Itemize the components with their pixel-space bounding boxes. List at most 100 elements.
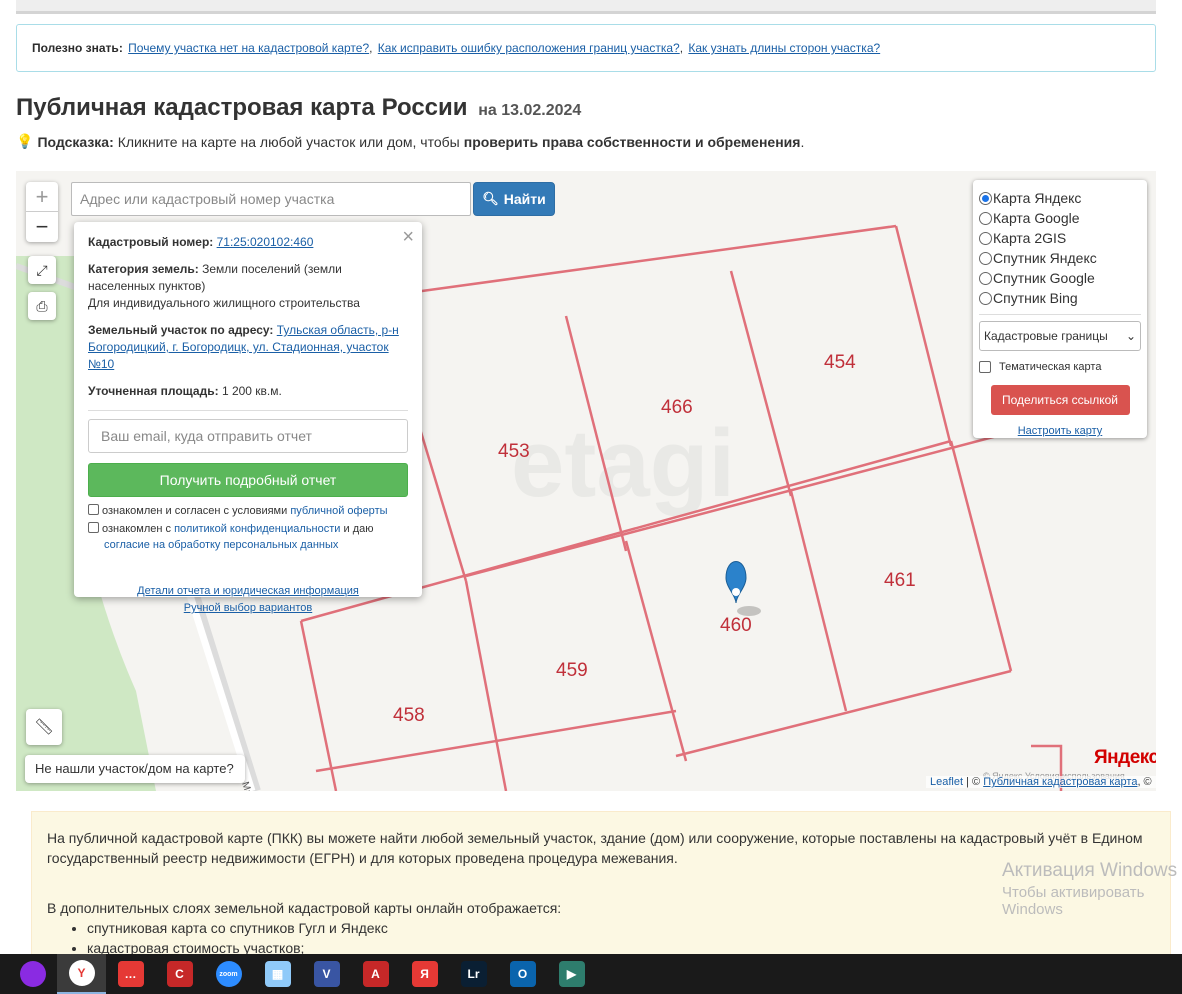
useful-info-box: Полезно знать: Почему участка нет на кад… [16, 24, 1156, 72]
taskbar-yandex-browser[interactable]: Y [57, 954, 106, 994]
email-field[interactable]: Ваш email, куда отправить отчет [88, 419, 408, 453]
print-icon[interactable]: ⎙ [28, 292, 56, 320]
layer-option[interactable]: Карта Яндекс [979, 188, 1141, 208]
get-report-button[interactable]: Получить подробный отчет [88, 463, 408, 497]
popup-links: Детали отчета и юридическая информация Р… [88, 583, 408, 617]
ruler-icon[interactable]: 📏︎ [26, 709, 62, 745]
watermark-text: etagi [511, 410, 735, 517]
taskbar-calculator[interactable]: ▦ [253, 954, 302, 994]
yandex-logo: Яндекс [1094, 747, 1156, 768]
windows-activation-watermark: Активация Windows Чтобы активировать Win… [1002, 860, 1182, 918]
divider [88, 410, 408, 411]
zoom-control: + − [26, 182, 58, 242]
report-details-link[interactable]: Детали отчета и юридическая информация [137, 585, 359, 597]
taskbar-chat-app[interactable]: … [106, 954, 155, 994]
taskbar-zoom[interactable]: zoom [204, 954, 253, 994]
attribution-separator: | © [966, 776, 981, 788]
fullscreen-icon[interactable]: ⤢ [28, 256, 56, 284]
layer-option[interactable]: Карта Google [979, 208, 1141, 228]
top-strip [16, 0, 1156, 14]
taskbar-lightroom[interactable]: Lr [449, 954, 498, 994]
address-search-input[interactable]: Адрес или кадастровый номер участка [71, 182, 471, 216]
acrobat-icon: A [362, 961, 389, 987]
search-button[interactable]: 🔍︎ Найти [473, 182, 555, 216]
layer-option[interactable]: Спутник Яндекс [979, 248, 1141, 268]
offer-agreement-checkbox-row: ознакомлен и согласен с условиями публич… [88, 503, 408, 519]
cadastral-number-link[interactable]: 71:25:020102:460 [217, 235, 314, 249]
taskbar-app-purple-circle[interactable] [8, 954, 57, 994]
thematic-map-checkbox[interactable] [979, 361, 991, 373]
activation-title: Активация Windows [1002, 860, 1178, 881]
taskbar-media-app[interactable]: ▶ [547, 954, 596, 994]
close-icon[interactable]: × [402, 226, 414, 249]
zoom-in-button[interactable]: + [26, 182, 58, 212]
parcel-label-459: 459 [556, 660, 588, 681]
parcel-label-460: 460 [720, 615, 752, 636]
privacy-checkbox[interactable] [88, 522, 99, 533]
hint-bold: проверить права собственности и обремене… [463, 133, 801, 150]
offer-link[interactable]: публичной оферты [290, 505, 387, 517]
parcel-label-453: 453 [498, 441, 530, 462]
layer-radio[interactable] [979, 211, 992, 225]
zoom-icon: zoom [215, 961, 242, 987]
overlay-select[interactable]: Кадастровые границы ⌄ [979, 321, 1141, 351]
map-marker-icon[interactable] [725, 561, 761, 617]
personal-data-consent-link[interactable]: согласие на обработку персональных данны… [104, 539, 338, 551]
media-app-icon: ▶ [558, 961, 585, 987]
taskbar-yandex-app[interactable]: Я [400, 954, 449, 994]
layer-radio[interactable] [979, 291, 992, 305]
layer-option-label: Карта Google [993, 210, 1080, 226]
taskbar-visio[interactable]: V [302, 954, 351, 994]
search-button-label: Найти [503, 191, 546, 207]
address-row: Земельный участок по адресу: Тульская об… [88, 322, 408, 373]
privacy-policy-link[interactable]: политикой конфиденциальности [174, 523, 340, 535]
lightroom-icon: Lr [460, 961, 487, 987]
taskbar-acrobat[interactable]: A [351, 954, 400, 994]
offer-checkbox[interactable] [88, 504, 99, 515]
layer-option[interactable]: Спутник Bing [979, 288, 1141, 308]
page-title: Публичная кадастровая карта России на 13… [16, 94, 581, 122]
hint-text: Кликните на карте на любой участок или д… [117, 133, 460, 150]
taskbar: Y … Czoom ▦ V A Я Lr O ▶ [0, 954, 1182, 994]
info-layers-title: В дополнительных слоях земельной кадастр… [47, 900, 562, 916]
zoom-out-button[interactable]: − [26, 212, 58, 242]
page-date: на 13.02.2024 [478, 102, 582, 119]
useful-link-side-lengths[interactable]: Как узнать длины сторон участка? [688, 41, 880, 55]
configure-map-link[interactable]: Настроить карту [1018, 425, 1103, 437]
activation-subtitle: Чтобы активировать Windows [1002, 884, 1145, 918]
layer-option-label: Спутник Яндекс [993, 250, 1097, 266]
cadastral-number-label: Кадастровый номер: [88, 235, 214, 249]
layer-radio[interactable] [979, 251, 992, 265]
useful-link-fix-boundary[interactable]: Как исправить ошибку расположения границ… [378, 41, 680, 55]
taskbar-outlook[interactable]: O [498, 954, 547, 994]
parcel-info-popup: × Кадастровый номер: 71:25:020102:460 Ка… [74, 222, 422, 614]
search-icon: 🔍︎ [482, 191, 499, 206]
layer-radio[interactable] [979, 231, 992, 245]
cadastral-map[interactable]: etagi 453 466 454 461 460 459 458 + − ⤢ … [16, 171, 1156, 791]
app-purple-circle-icon [19, 961, 46, 987]
layer-option-label: Спутник Bing [993, 290, 1078, 306]
parcel-label-461: 461 [884, 570, 916, 591]
manual-selection-link[interactable]: Ручной выбор вариантов [184, 602, 312, 614]
layers-panel: Карта Яндекс Карта Google Карта 2GIS Спутни… [973, 180, 1147, 438]
cadastral-map-link[interactable]: Публичная кадастровая карта [983, 776, 1137, 788]
red-c-app-icon: C [166, 961, 193, 987]
outlook-icon: O [509, 961, 536, 987]
area-row: Уточненная площадь: 1 200 кв.м. [88, 383, 408, 400]
land-category-label: Категория земель: [88, 262, 199, 276]
useful-link-missing-parcel[interactable]: Почему участка нет на кадастровой карте? [128, 41, 369, 55]
taskbar-red-c-app[interactable]: C [155, 954, 204, 994]
calculator-icon: ▦ [264, 961, 291, 987]
layer-radio[interactable] [979, 271, 992, 285]
not-found-button[interactable]: Не нашли участок/дом на карте? [25, 755, 245, 783]
leaflet-link[interactable]: Leaflet [930, 776, 963, 788]
layer-option-label: Карта Яндекс [993, 190, 1082, 206]
layer-option-label: Карта 2GIS [993, 230, 1067, 246]
thematic-map-label: Тематическая карта [999, 361, 1102, 373]
share-link-button[interactable]: Поделиться ссылкой [990, 385, 1130, 415]
layer-option[interactable]: Спутник Google [979, 268, 1141, 288]
lightbulb-icon: 💡 [16, 133, 34, 149]
layer-option[interactable]: Карта 2GIS [979, 228, 1141, 248]
thematic-map-row: Тематическая карта [979, 361, 1141, 373]
layer-radio[interactable] [979, 191, 992, 205]
